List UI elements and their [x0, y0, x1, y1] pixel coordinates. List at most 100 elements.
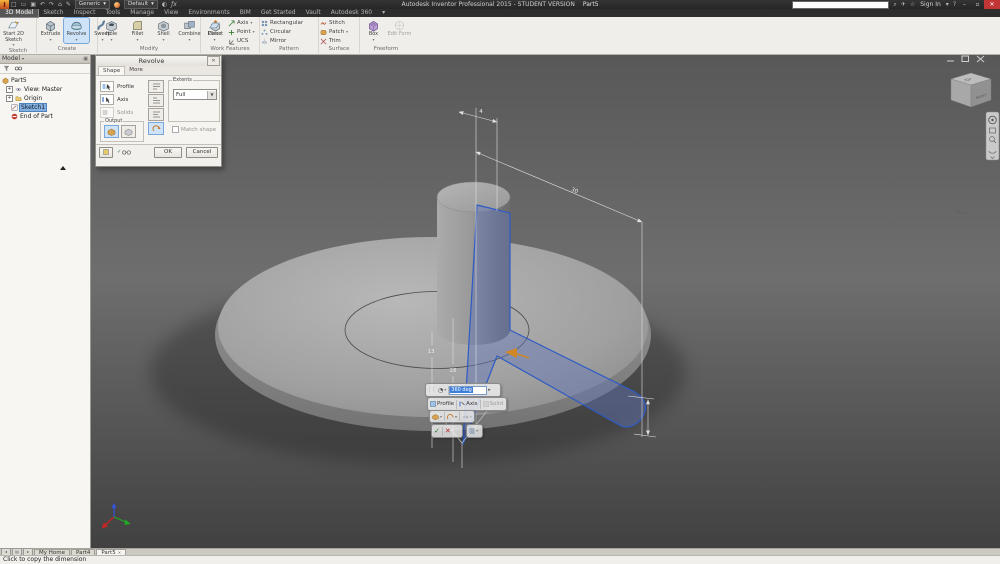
output-surface-button[interactable] — [121, 125, 136, 138]
hole-button[interactable]: Hole ▾ — [99, 18, 124, 43]
pin-icon[interactable]: ▣ — [83, 56, 88, 62]
tab-view[interactable]: View — [159, 9, 183, 17]
panel-label-pattern[interactable]: Pattern — [260, 46, 318, 53]
favorites-icon[interactable]: ☆ — [910, 0, 915, 9]
panel-label-sketch[interactable]: Sketch — [0, 48, 36, 55]
stitch-button[interactable]: Stitch — [320, 19, 348, 27]
tree-item-view-master[interactable]: + View: Master — [2, 85, 90, 94]
combine-button[interactable]: Combine ▾ — [177, 18, 202, 43]
tree-item-part[interactable]: Part5 — [2, 76, 90, 85]
mini-axis-button[interactable]: Axis — [457, 399, 481, 409]
angle-input[interactable]: 360 deg — [449, 385, 488, 395]
tab-get-started[interactable]: Get Started — [256, 9, 301, 17]
axis-selector[interactable]: Axis — [100, 94, 128, 105]
sign-in-link[interactable]: Sign In — [920, 1, 941, 8]
panel-label-surface[interactable]: Surface — [319, 46, 359, 53]
ucs-button[interactable]: UCS — [228, 37, 255, 45]
cancel-button[interactable]: Cancel — [186, 146, 218, 158]
search-icon[interactable]: ⌕ — [893, 0, 896, 9]
patch-button[interactable]: Patch ▾ — [320, 28, 348, 36]
direction1-button[interactable] — [148, 80, 164, 93]
viewport-3d[interactable]: 4 30 13 28 TOP FRONT RIGHT — [90, 54, 1000, 548]
extrude-button[interactable]: Extrude ▾ — [38, 18, 63, 43]
shell-button[interactable]: Shell ▾ — [151, 18, 176, 43]
browser-header[interactable]: Model ▾ ▣ — [0, 54, 90, 64]
tree-item-sketch1[interactable]: Sketch1 — [2, 103, 90, 112]
axis-button[interactable]: Axis ▾ — [228, 19, 255, 27]
solids-selector[interactable]: Solids — [100, 107, 133, 118]
plane-button[interactable]: Plane ▾ — [202, 18, 227, 43]
exchange-icon[interactable]: ✈ — [901, 0, 906, 9]
preview-checkbox[interactable]: ✓ — [117, 149, 132, 155]
dialog-close-icon[interactable]: ✕ — [207, 56, 220, 66]
tab-3d-model[interactable]: 3D Model — [0, 8, 40, 18]
help-icon[interactable]: ? — [953, 0, 956, 9]
expand-icon[interactable]: + — [6, 86, 13, 93]
tab-tools[interactable]: Tools — [100, 9, 125, 17]
match-shape-checkbox[interactable]: Match shape — [172, 126, 216, 133]
redo-icon[interactable]: ↷ — [49, 0, 54, 9]
tab-autodesk-360[interactable]: Autodesk 360 — [326, 9, 377, 17]
freeform-box-button[interactable]: Box ▾ — [361, 18, 386, 43]
dialog-expand-icon[interactable] — [60, 166, 66, 170]
mini-solid-button[interactable]: Solid — [481, 400, 505, 409]
expand-icon[interactable]: + — [6, 95, 13, 102]
angle-spinner-icon[interactable]: ▸ — [487, 387, 492, 393]
fillet-button[interactable]: Fillet ▾ — [125, 18, 150, 43]
point-button[interactable]: Point ▾ — [228, 28, 255, 36]
mirror-button[interactable]: Mirror — [261, 37, 303, 45]
circular-pattern-button[interactable]: Circular — [261, 28, 303, 36]
dialog-tab-shape[interactable]: Shape — [98, 66, 126, 75]
tree-item-origin[interactable]: + Origin — [2, 94, 90, 103]
dialog-title-bar[interactable]: Revolve ✕ — [96, 56, 221, 66]
output-solid-button[interactable] — [104, 125, 119, 138]
panel-label-freeform[interactable]: Freeform — [360, 46, 412, 53]
tab-bim[interactable]: BIM — [235, 9, 256, 17]
symmetric-button[interactable] — [148, 108, 164, 121]
mini-options-button[interactable]: ▾ — [467, 427, 480, 436]
extents-dropdown[interactable]: Full ▼ — [173, 89, 217, 100]
direction2-button[interactable] — [148, 94, 164, 107]
panel-label-create[interactable]: Create — [37, 46, 97, 53]
dialog-tab-more[interactable]: More — [125, 66, 147, 75]
mini-output-button[interactable]: ▾ — [430, 412, 446, 421]
tab-inspect[interactable]: Inspect — [69, 9, 101, 17]
undo-icon[interactable]: ↶ — [40, 0, 45, 9]
adjust-icon[interactable]: ◐ — [162, 0, 167, 9]
home-icon[interactable]: ⌂ — [58, 0, 62, 9]
inventor-logo-icon[interactable]: I — [0, 0, 9, 9]
tab-environments[interactable]: Environments — [183, 9, 234, 17]
filter-icon[interactable] — [3, 65, 10, 72]
restore-button[interactable]: ▫ — [971, 0, 984, 9]
angle-button[interactable]: ◔ ▾ — [436, 385, 450, 395]
apply-ok-button[interactable]: ✓ — [432, 426, 443, 436]
asymmetric-button[interactable] — [148, 122, 164, 135]
help-search-input[interactable] — [792, 0, 890, 9]
grip-icon[interactable]: ⋮⋮ — [426, 387, 436, 393]
minimize-button[interactable]: – — [958, 0, 971, 9]
tab-manage[interactable]: Manage — [125, 9, 159, 17]
dialog-options-button[interactable] — [99, 146, 113, 158]
ok-button[interactable]: OK — [154, 146, 182, 158]
trim-button[interactable]: Trim — [320, 37, 348, 45]
mini-profile-button[interactable]: Profile — [428, 399, 458, 409]
close-button[interactable]: ✕ — [984, 0, 1000, 9]
revolve-button[interactable]: Revolve ▾ — [63, 17, 90, 44]
mini-flip-button[interactable]: ▾ — [460, 412, 474, 421]
tab-vault[interactable]: Vault — [301, 9, 326, 17]
rectangular-pattern-button[interactable]: Rectangular — [261, 19, 303, 27]
new-file-icon[interactable]: □ — [11, 0, 17, 9]
panel-label-modify[interactable]: Modify — [98, 46, 200, 53]
mini-direction-button[interactable]: ▾ — [445, 412, 461, 421]
navigation-bar[interactable] — [985, 111, 1000, 161]
start-2d-sketch-button[interactable]: Start 2D Sketch ▾ — [1, 18, 26, 48]
tree-item-end-of-part[interactable]: End of Part — [2, 112, 90, 121]
ribbon-options-icon[interactable]: ▾ — [377, 9, 390, 17]
search-tree-icon[interactable] — [14, 65, 23, 72]
tab-sketch[interactable]: Sketch — [38, 9, 68, 17]
profile-selector[interactable]: Profile — [100, 81, 134, 92]
cancel-x-button[interactable]: ✕ — [443, 427, 453, 436]
a360-icon[interactable]: ▾ — [946, 0, 949, 9]
open-icon[interactable]: ▭ — [21, 0, 27, 9]
appearance-combo[interactable]: Default ▾ — [124, 0, 158, 9]
